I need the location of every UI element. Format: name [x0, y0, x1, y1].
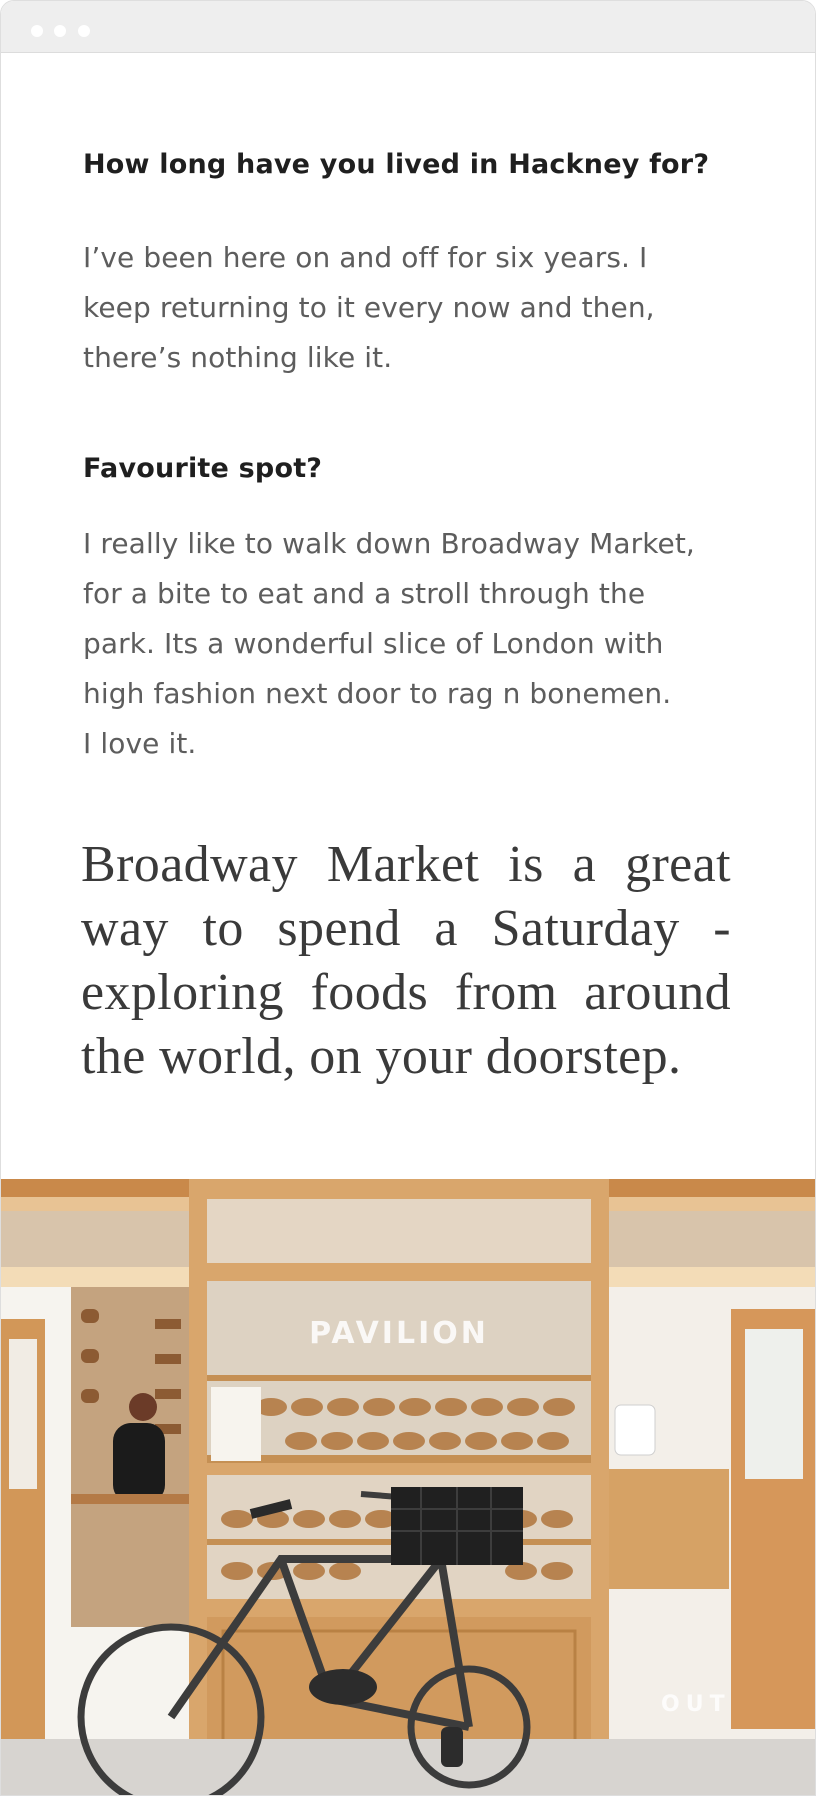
question-heading: Favourite spot? — [83, 453, 323, 484]
browser-window: How long have you lived in Hackney for? … — [0, 0, 816, 1796]
counter-top — [71, 1494, 189, 1504]
middle-glass — [207, 1281, 591, 1457]
window-close-dot[interactable] — [31, 25, 43, 37]
shopkeeper-body — [113, 1423, 165, 1503]
left-door-glass — [9, 1339, 37, 1489]
window-minimize-dot[interactable] — [54, 25, 66, 37]
paper-bag — [614, 1404, 656, 1456]
pavement — [1, 1739, 815, 1795]
right-counter — [609, 1469, 729, 1589]
shelf-2 — [207, 1455, 591, 1463]
bakery-shopfront-photo: PAVILION OUT — [1, 1179, 815, 1795]
answer-paragraph: I’ve been here on and off for six years.… — [83, 241, 655, 374]
window-maximize-dot[interactable] — [78, 25, 90, 37]
shop-sign: PAVILION — [309, 1316, 489, 1351]
handwritten-notice — [211, 1387, 261, 1461]
bicycle-chainguard — [309, 1669, 377, 1705]
question-heading: How long have you lived in Hackney for? — [83, 149, 710, 180]
bicycle-pedal — [441, 1727, 463, 1767]
pull-quote: Broadway Market is a great way to spend … — [81, 836, 731, 1085]
window-titlebar — [1, 1, 815, 53]
counter-base — [207, 1617, 591, 1757]
upper-glass — [207, 1199, 591, 1263]
answer-paragraph: I really like to walk down Broadway Mark… — [83, 527, 695, 760]
shelf-1 — [207, 1375, 591, 1381]
shopkeeper-head — [129, 1393, 157, 1421]
floor-marking: OUT — [661, 1692, 731, 1717]
bakery-illustration: PAVILION OUT — [1, 1179, 815, 1795]
right-door-glass — [745, 1329, 803, 1479]
